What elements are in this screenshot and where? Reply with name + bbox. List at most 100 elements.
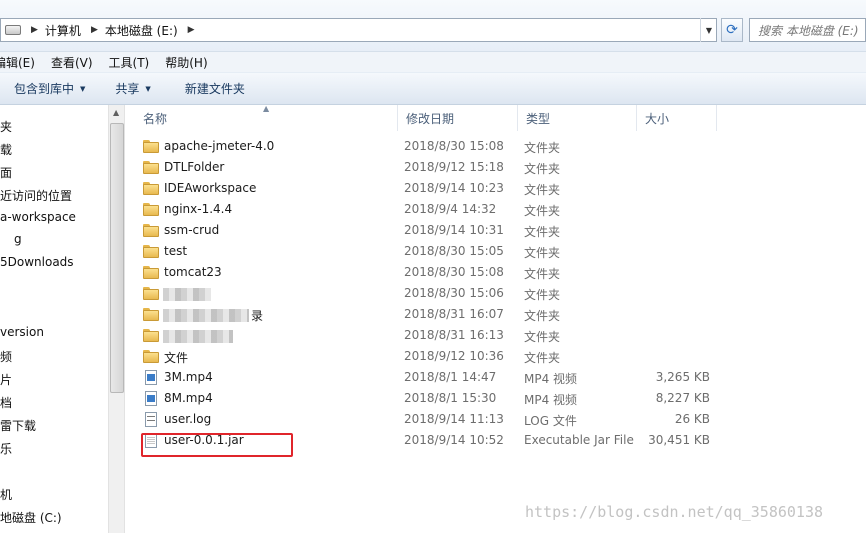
watermark: https://blog.csdn.net/qq_35860138 [525, 503, 824, 521]
search-input[interactable]: 搜索 本地磁盘 (E:) [749, 18, 866, 42]
file-size: 8,227 KB [655, 391, 710, 405]
column-header-size[interactable]: 大小 [637, 105, 717, 131]
nav-item-videos[interactable]: 频 [0, 348, 12, 365]
refresh-icon[interactable]: ⟳ [721, 18, 743, 42]
file-date: 2018/8/31 16:07 [404, 307, 504, 321]
file-name: 3M.mp4 [164, 370, 213, 384]
list-item[interactable]: ssm-crud 2018/9/14 10:31 文件夹 [125, 221, 866, 242]
breadcrumb-drive-e[interactable]: 本地磁盘 (E:) [105, 22, 178, 39]
folder-icon [143, 182, 159, 195]
list-item[interactable]: IDEAworkspace 2018/9/14 10:23 文件夹 [125, 179, 866, 200]
file-name: tomcat23 [164, 265, 222, 279]
file-name: user.log [164, 412, 212, 426]
list-item[interactable]: 2018/8/30 15:06 文件夹 [125, 284, 866, 305]
nav-item-favorites[interactable]: 夹 [0, 118, 12, 135]
list-item[interactable]: nginx-1.4.4 2018/9/4 14:32 文件夹 [125, 200, 866, 221]
column-header-type[interactable]: 类型 [518, 105, 637, 131]
list-item[interactable]: DTLFolder 2018/9/12 15:18 文件夹 [125, 158, 866, 179]
nav-item-downloads[interactable]: 载 [0, 141, 12, 158]
command-toolbar: 包含到库中 ▼ 共享 ▼ 新建文件夹 [0, 72, 866, 105]
column-header-size-label: 大小 [645, 111, 670, 126]
folder-icon [143, 203, 159, 216]
file-date: 2018/8/31 16:13 [404, 328, 504, 342]
file-date: 2018/8/30 15:08 [404, 265, 504, 279]
file-date: 2018/9/14 10:31 [404, 223, 504, 237]
folder-icon [143, 329, 159, 342]
scroll-up-icon[interactable]: ▲ [113, 108, 119, 117]
folder-icon [143, 350, 159, 363]
nav-item-music[interactable]: 乐 [0, 440, 12, 457]
breadcrumb-arrow-icon[interactable]: ▶ [31, 25, 38, 35]
file-size: 26 KB [674, 412, 710, 426]
list-item[interactable]: test 2018/8/30 15:05 文件夹 [125, 242, 866, 263]
file-type: Executable Jar File [524, 433, 634, 447]
share-label: 共享 [115, 82, 140, 96]
list-item[interactable]: 8M.mp4 2018/8/1 15:30 MP4 视频 8,227 KB [125, 389, 866, 410]
video-file-icon [145, 391, 157, 406]
file-type: 文件夹 [524, 162, 561, 176]
file-type: 文件夹 [524, 204, 561, 218]
nav-item-workspace[interactable]: a-workspace [0, 210, 76, 224]
file-type: 文件夹 [524, 225, 561, 239]
list-item[interactable]: 录 2018/8/31 16:07 文件夹 [125, 305, 866, 326]
file-type: 文件夹 [524, 141, 561, 155]
file-date: 2018/9/12 10:36 [404, 349, 504, 363]
list-item[interactable]: 2018/8/31 16:13 文件夹 [125, 326, 866, 347]
nav-item-computer[interactable]: 机 [0, 486, 12, 503]
share-button[interactable]: 共享 ▼ [115, 80, 150, 97]
menu-help[interactable]: 帮助(H) [157, 54, 215, 71]
file-date: 2018/8/1 14:47 [404, 370, 497, 384]
new-folder-button[interactable]: 新建文件夹 [185, 80, 245, 97]
list-item[interactable]: tomcat23 2018/8/30 15:08 文件夹 [125, 263, 866, 284]
nav-item-version[interactable]: version [0, 325, 44, 339]
file-name: nginx-1.4.4 [164, 202, 233, 216]
file-date: 2018/9/14 11:13 [404, 412, 504, 426]
file-date: 2018/9/14 10:23 [404, 181, 504, 195]
list-item[interactable]: user.log 2018/9/14 11:13 LOG 文件 26 KB [125, 410, 866, 431]
nav-item-desktop[interactable]: 面 [0, 164, 12, 181]
nav-item-documents[interactable]: 档 [0, 394, 12, 411]
scrollbar-thumb[interactable] [110, 123, 124, 393]
menu-view[interactable]: 查看(V) [43, 54, 101, 71]
breadcrumb-arrow-icon[interactable]: ▶ [91, 25, 98, 35]
list-item[interactable]: 文件 2018/9/12 10:36 文件夹 [125, 347, 866, 368]
file-type: 文件夹 [524, 267, 561, 281]
menu-tools[interactable]: 工具(T) [101, 54, 158, 71]
file-type: MP4 视频 [524, 372, 578, 386]
menu-edit[interactable]: 编辑(E) [0, 54, 43, 71]
breadcrumb-arrow-icon[interactable]: ▶ [188, 25, 195, 35]
column-header-date[interactable]: 修改日期 [398, 105, 518, 131]
file-size: 3,265 KB [655, 370, 710, 384]
address-dropdown-icon[interactable]: ▼ [700, 18, 717, 42]
nav-item-g[interactable]: g [14, 232, 22, 246]
navigation-scrollbar[interactable]: ▲ [108, 105, 125, 533]
folder-icon [143, 266, 159, 279]
include-in-library-label: 包含到库中 [14, 82, 75, 96]
column-header-type-label: 类型 [526, 111, 551, 126]
folder-icon [143, 308, 159, 321]
file-type: 文件夹 [524, 309, 561, 323]
column-header-date-label: 修改日期 [406, 111, 455, 126]
nav-item-recent-places[interactable]: 近访问的位置 [0, 187, 72, 204]
column-header-name[interactable]: 名称 [135, 105, 398, 131]
file-name: 8M.mp4 [164, 391, 213, 405]
file-size: 30,451 KB [648, 433, 710, 447]
nav-item-drive-c[interactable]: 地磁盘 (C:) [0, 509, 62, 526]
navigation-pane: 夹 载 面 近访问的位置 a-workspace g 5Downloads ve… [0, 105, 108, 533]
address-bar[interactable]: ▶ 计算机 ▶ 本地磁盘 (E:) ▶ [0, 18, 717, 42]
breadcrumb-computer[interactable]: 计算机 [45, 22, 81, 39]
nav-item-thunder-downloads[interactable]: 雷下载 [0, 417, 36, 434]
file-name: apache-jmeter-4.0 [164, 139, 275, 153]
search-placeholder: 搜索 本地磁盘 (E:) [758, 23, 859, 38]
list-item[interactable]: apache-jmeter-4.0 2018/8/30 15:08 文件夹 [125, 137, 866, 158]
file-date: 2018/8/30 15:06 [404, 286, 504, 300]
folder-icon [143, 287, 159, 300]
chevron-down-icon: ▼ [145, 84, 151, 93]
file-type: 文件夹 [524, 183, 561, 197]
include-in-library-button[interactable]: 包含到库中 ▼ [14, 80, 85, 97]
file-type: MP4 视频 [524, 393, 578, 407]
nav-item-5downloads[interactable]: 5Downloads [0, 255, 74, 269]
nav-item-pictures[interactable]: 片 [0, 371, 12, 388]
drive-icon [5, 25, 21, 35]
list-item[interactable]: 3M.mp4 2018/8/1 14:47 MP4 视频 3,265 KB [125, 368, 866, 389]
